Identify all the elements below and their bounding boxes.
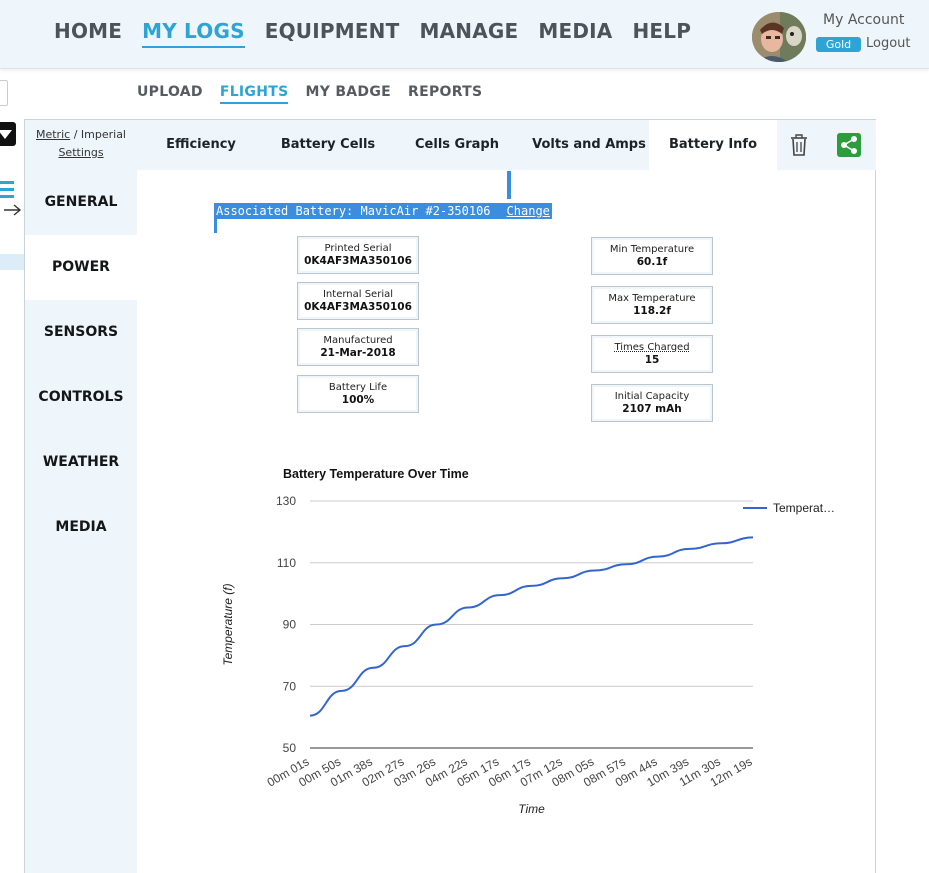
metric-link[interactable]: Metric [36, 128, 70, 141]
sub-nav: UPLOAD FLIGHTS MY BADGE REPORTS [137, 84, 499, 104]
printed-serial-box: Printed Serial 0K4AF3MA350106 [297, 236, 419, 274]
internal-serial-label: Internal Serial [322, 289, 393, 300]
tab-battery-cells[interactable]: Battery Cells [273, 120, 383, 170]
chart-series [309, 536, 754, 717]
initial-capacity-value: 2107 mAh [622, 403, 682, 415]
battery-life-value: 100% [341, 394, 375, 406]
y-tick-label: 70 [283, 679, 297, 693]
y-tick-label: 110 [277, 556, 296, 570]
nav-equipment[interactable]: EQUIPMENT [265, 19, 400, 43]
chart-y-ticks: 50 70 90 110 130 [276, 494, 296, 755]
manufactured-box: Manufactured 21-Mar-2018 [297, 328, 419, 366]
tab-battery-info[interactable]: Battery Info [649, 120, 777, 170]
sidebar-item-media[interactable]: MEDIA [25, 495, 137, 560]
trash-icon[interactable] [788, 133, 810, 157]
y-tick-label: 130 [276, 494, 296, 508]
share-icon[interactable] [837, 133, 861, 157]
logout-link[interactable]: Logout [866, 36, 911, 51]
times-charged-label[interactable]: Times Charged [592, 341, 712, 354]
chart-x-ticks: 00m 01s00m 50s01m 38s02m 27s03m 26s04m 2… [265, 754, 755, 789]
tab-volts-and-amps[interactable]: Volts and Amps [527, 120, 651, 170]
max-temperature-box: Max Temperature 118.2f [591, 286, 713, 324]
min-temperature-label: Min Temperature [609, 244, 695, 255]
associated-battery: Associated Battery: MavicAir #2-350106 Ch… [214, 203, 552, 219]
nav-my-logs[interactable]: MY LOGS [142, 19, 245, 48]
avatar[interactable] [752, 12, 806, 62]
battery-life-label: Battery Life [328, 382, 388, 393]
unit-toggle: Metric / Imperial Settings [25, 120, 137, 170]
times-charged-box: Times Charged 15 [591, 335, 713, 373]
min-temperature-value: 60.1f [636, 256, 668, 268]
unit-separator: / [73, 128, 78, 141]
internal-serial-box: Internal Serial 0K4AF3MA350106 [297, 282, 419, 320]
membership-badge: Gold [816, 37, 861, 52]
associated-battery-text: Associated Battery: MavicAir #2-350106 [216, 204, 491, 218]
download-icon[interactable] [0, 122, 16, 146]
subnav-reports[interactable]: REPORTS [408, 84, 482, 100]
tab-efficiency[interactable]: Efficiency [151, 120, 251, 170]
flight-panel: Metric / Imperial Settings Efficiency Ba… [24, 119, 876, 873]
max-temperature-label: Max Temperature [608, 293, 696, 304]
nav-home[interactable]: HOME [54, 19, 122, 43]
chart-title: Battery Temperature Over Time [283, 467, 469, 481]
subnav-flights[interactable]: FLIGHTS [219, 84, 289, 104]
imperial-label[interactable]: Imperial [81, 128, 126, 141]
manufactured-label: Manufactured [323, 335, 393, 346]
chart-x-axis-label: Time [518, 802, 545, 816]
sidebar-item-weather[interactable]: WEATHER [25, 430, 137, 495]
nav-manage[interactable]: MANAGE [419, 19, 518, 43]
subnav-upload[interactable]: UPLOAD [137, 84, 203, 100]
menu-icon[interactable] [0, 180, 16, 200]
battery-life-box: Battery Life 100% [297, 375, 419, 413]
max-temperature-value: 118.2f [633, 305, 671, 317]
sidebar-item-power[interactable]: POWER [25, 235, 137, 300]
internal-serial-value: 0K4AF3MA350106 [304, 301, 412, 313]
initial-capacity-label: Initial Capacity [614, 391, 690, 402]
sidebar: GENERAL POWER SENSORS CONTROLS WEATHER M… [25, 170, 137, 873]
avatar-image [752, 12, 806, 62]
temperature-chart: Battery Temperature Over Time 50 70 90 110 1… [221, 467, 835, 816]
change-battery-link[interactable]: Change [507, 204, 550, 218]
selected-edge-row[interactable] [0, 254, 24, 270]
top-header: HOME MY LOGS EQUIPMENT MANAGE MEDIA HELP… [0, 0, 929, 69]
sidebar-item-sensors[interactable]: SENSORS [25, 300, 137, 365]
chart-legend: Temperat… [743, 501, 835, 515]
y-tick-label: 50 [283, 741, 297, 755]
printed-serial-label: Printed Serial [324, 243, 392, 254]
selection-handle-left [214, 217, 217, 233]
nav-help[interactable]: HELP [632, 19, 691, 43]
manufactured-value: 21-Mar-2018 [320, 347, 396, 359]
times-charged-value: 15 [644, 354, 660, 366]
main-nav: HOME MY LOGS EQUIPMENT MANAGE MEDIA HELP [54, 19, 711, 48]
tab-cells-graph[interactable]: Cells Graph [407, 120, 507, 170]
page-root: HOME MY LOGS EQUIPMENT MANAGE MEDIA HELP… [0, 0, 929, 873]
y-tick-label: 90 [283, 618, 297, 632]
tab-bar: Efficiency Battery Cells Cells Graph Vol… [137, 120, 876, 170]
legend-label: Temperat… [773, 501, 835, 515]
subnav-my-badge[interactable]: MY BADGE [305, 84, 391, 100]
sidebar-item-controls[interactable]: CONTROLS [25, 365, 137, 430]
printed-serial-value: 0K4AF3MA350106 [304, 255, 412, 267]
my-account-link[interactable]: My Account [823, 12, 904, 28]
collapsed-panel-edge[interactable] [0, 80, 8, 106]
initial-capacity-box: Initial Capacity 2107 mAh [591, 384, 713, 422]
nav-media[interactable]: MEDIA [538, 19, 612, 43]
selection-handle-top [507, 171, 511, 199]
sidebar-item-general[interactable]: GENERAL [25, 170, 137, 235]
chart-grid [310, 500, 753, 749]
settings-link[interactable]: Settings [58, 146, 103, 159]
chart-y-axis-label: Temperature (f) [221, 583, 235, 665]
temperature-series-line [309, 536, 754, 717]
min-temperature-box: Min Temperature 60.1f [591, 237, 713, 275]
arrow-right-icon[interactable] [2, 202, 24, 218]
